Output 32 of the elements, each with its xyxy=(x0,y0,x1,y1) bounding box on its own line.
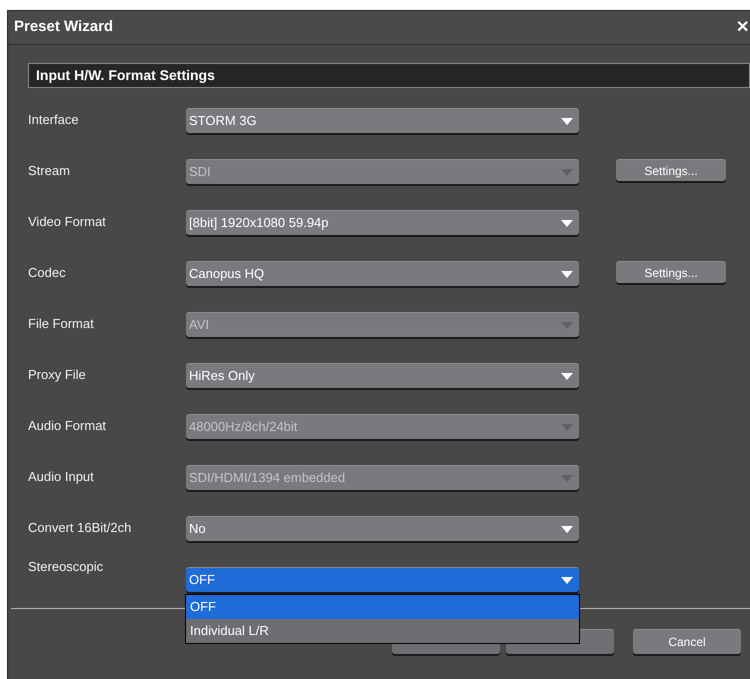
field-label: Proxy File xyxy=(28,366,87,384)
field-label: File Format xyxy=(28,315,95,333)
caret-icon xyxy=(561,372,573,380)
field-label: Audio Input xyxy=(28,468,95,486)
dropdown[interactable]: [8bit] 1920x1080 59.94p xyxy=(186,210,579,235)
section-title: Input H/W. Format Settings xyxy=(28,63,750,88)
dropdown-option[interactable]: OFF xyxy=(186,595,579,619)
caret-icon xyxy=(561,270,573,278)
dropdown[interactable]: STORM 3G xyxy=(186,108,579,133)
caret-icon xyxy=(561,424,573,430)
dropdown[interactable]: Canopus HQ xyxy=(186,261,579,286)
window-title: Preset Wizard xyxy=(14,17,114,38)
caret-icon xyxy=(561,118,573,124)
field-label: Stereoscopic xyxy=(28,558,104,576)
settings-button[interactable]: Settings... xyxy=(616,261,726,283)
field-label: Codec xyxy=(28,264,67,282)
caret-icon xyxy=(561,474,573,482)
field-label: Video Format xyxy=(28,213,107,231)
close-button[interactable]: ✕ xyxy=(736,16,749,40)
dropdown[interactable]: HiRes Only xyxy=(186,363,579,388)
caret-icon xyxy=(561,322,573,328)
caret-icon xyxy=(561,168,573,176)
field-label: Convert 16Bit/2ch xyxy=(28,519,132,537)
caret-icon xyxy=(561,526,573,532)
field-label: Stream xyxy=(28,162,71,180)
field-label: Interface xyxy=(28,111,80,129)
dropdown[interactable]: OFF xyxy=(186,567,579,592)
field-label: Audio Format xyxy=(28,417,108,435)
caret-icon xyxy=(561,220,573,226)
caret-icon xyxy=(561,576,573,584)
cancel-button[interactable]: Cancel xyxy=(633,629,741,654)
dropdown[interactable]: No xyxy=(186,516,579,541)
